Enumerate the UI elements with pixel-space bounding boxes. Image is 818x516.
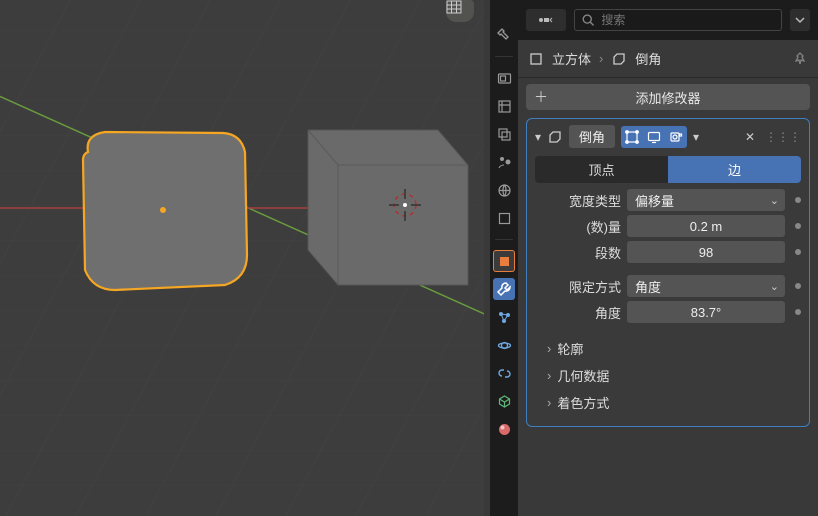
tab-particles-icon[interactable] bbox=[493, 306, 515, 328]
width-type-label: 宽度类型 bbox=[535, 191, 621, 210]
collapse-icon[interactable]: ▾ bbox=[535, 130, 541, 144]
affect-edge-button[interactable]: 边 bbox=[668, 156, 801, 183]
add-modifier-button[interactable]: ＋ 添加修改器 bbox=[526, 84, 810, 110]
breadcrumb-modifier[interactable]: 倒角 bbox=[635, 49, 661, 68]
breadcrumb-object[interactable]: 立方体 bbox=[552, 49, 591, 68]
animate-dot-icon[interactable] bbox=[795, 309, 801, 315]
tab-data-icon[interactable] bbox=[493, 390, 515, 412]
chevron-down-icon: ⌄ bbox=[770, 280, 779, 293]
breadcrumb: 立方体 › 倒角 bbox=[518, 40, 818, 78]
limit-method-select[interactable]: 角度 ⌄ bbox=[627, 275, 785, 297]
tab-physics-icon[interactable] bbox=[493, 334, 515, 356]
width-type-select[interactable]: 偏移量 ⌄ bbox=[627, 189, 785, 211]
tab-viewlayer-icon[interactable] bbox=[493, 123, 515, 145]
affect-segmented: 顶点 边 bbox=[535, 156, 801, 183]
search-input[interactable] bbox=[601, 13, 775, 27]
panel-body: ＋ 添加修改器 ▾ 倒角 ▾ ✕ ⋮⋮⋮ 顶点 边 bbox=[518, 78, 818, 516]
tab-constraints-icon[interactable] bbox=[493, 362, 515, 384]
tab-modifiers-icon[interactable] bbox=[493, 278, 515, 300]
tab-world-icon[interactable] bbox=[493, 179, 515, 201]
animate-dot-icon[interactable] bbox=[795, 223, 801, 229]
chevron-right-icon: › bbox=[547, 368, 551, 383]
extras-dropdown-icon[interactable]: ▾ bbox=[693, 130, 699, 144]
chevron-right-icon: › bbox=[547, 341, 551, 356]
tab-object-icon[interactable] bbox=[493, 250, 515, 272]
viewport-shading-icon[interactable] bbox=[446, 0, 474, 22]
segments-label: 段数 bbox=[535, 243, 621, 262]
limit-method-label: 限定方式 bbox=[535, 277, 621, 296]
bevel-icon bbox=[611, 51, 627, 67]
toggle-realtime-icon[interactable] bbox=[643, 126, 665, 148]
plus-icon: ＋ bbox=[534, 87, 548, 107]
animate-dot-icon[interactable] bbox=[795, 197, 801, 203]
toggle-editmode-icon[interactable] bbox=[621, 126, 643, 148]
section-profile[interactable]: › 轮廓 bbox=[535, 335, 801, 362]
tab-material-icon[interactable] bbox=[493, 418, 515, 440]
section-shading[interactable]: › 着色方式 bbox=[535, 389, 801, 416]
amount-label: (数)量 bbox=[535, 217, 621, 236]
modifier-bevel-card: ▾ 倒角 ▾ ✕ ⋮⋮⋮ 顶点 边 宽度类型 偏移量 bbox=[526, 118, 810, 427]
animate-dot-icon[interactable] bbox=[795, 283, 801, 289]
section-geometry[interactable]: › 几何数据 bbox=[535, 362, 801, 389]
add-modifier-label: 添加修改器 bbox=[635, 88, 700, 107]
cube-icon bbox=[528, 51, 544, 67]
tab-tool-icon[interactable] bbox=[493, 24, 515, 46]
angle-field[interactable]: 83.7° bbox=[627, 301, 785, 323]
chevron-right-icon: › bbox=[547, 395, 551, 410]
panel-search[interactable] bbox=[574, 9, 782, 31]
tab-output-icon[interactable] bbox=[493, 95, 515, 117]
delete-modifier-icon[interactable]: ✕ bbox=[745, 130, 755, 144]
breadcrumb-separator-icon: › bbox=[599, 51, 603, 66]
panel-header bbox=[518, 0, 818, 40]
panel-options-dropdown[interactable] bbox=[790, 9, 810, 31]
drag-handle-icon[interactable]: ⋮⋮⋮ bbox=[765, 130, 801, 144]
amount-field[interactable]: 0.2 m bbox=[627, 215, 785, 237]
toggle-render-icon[interactable] bbox=[665, 126, 687, 148]
chevron-down-icon: ⌄ bbox=[770, 194, 779, 207]
bevel-icon bbox=[547, 129, 563, 145]
tab-render-icon[interactable] bbox=[493, 67, 515, 89]
tab-scene-icon[interactable] bbox=[493, 151, 515, 173]
3d-viewport[interactable] bbox=[0, 0, 484, 516]
editor-type-dropdown[interactable] bbox=[526, 9, 566, 31]
affect-vertex-button[interactable]: 顶点 bbox=[535, 156, 668, 183]
properties-panel: 立方体 › 倒角 ＋ 添加修改器 ▾ 倒角 ▾ ✕ ⋮⋮⋮ bbox=[518, 0, 818, 516]
properties-tab-rail bbox=[490, 0, 518, 516]
modifier-name-field[interactable]: 倒角 bbox=[569, 125, 615, 148]
segments-field[interactable]: 98 bbox=[627, 241, 785, 263]
tab-collection-icon[interactable] bbox=[493, 207, 515, 229]
pin-icon[interactable] bbox=[792, 51, 808, 67]
angle-label: 角度 bbox=[535, 303, 621, 322]
animate-dot-icon[interactable] bbox=[795, 249, 801, 255]
search-icon bbox=[581, 12, 595, 28]
display-toggle-group bbox=[621, 126, 687, 148]
modifier-header: ▾ 倒角 ▾ ✕ ⋮⋮⋮ bbox=[535, 125, 801, 148]
